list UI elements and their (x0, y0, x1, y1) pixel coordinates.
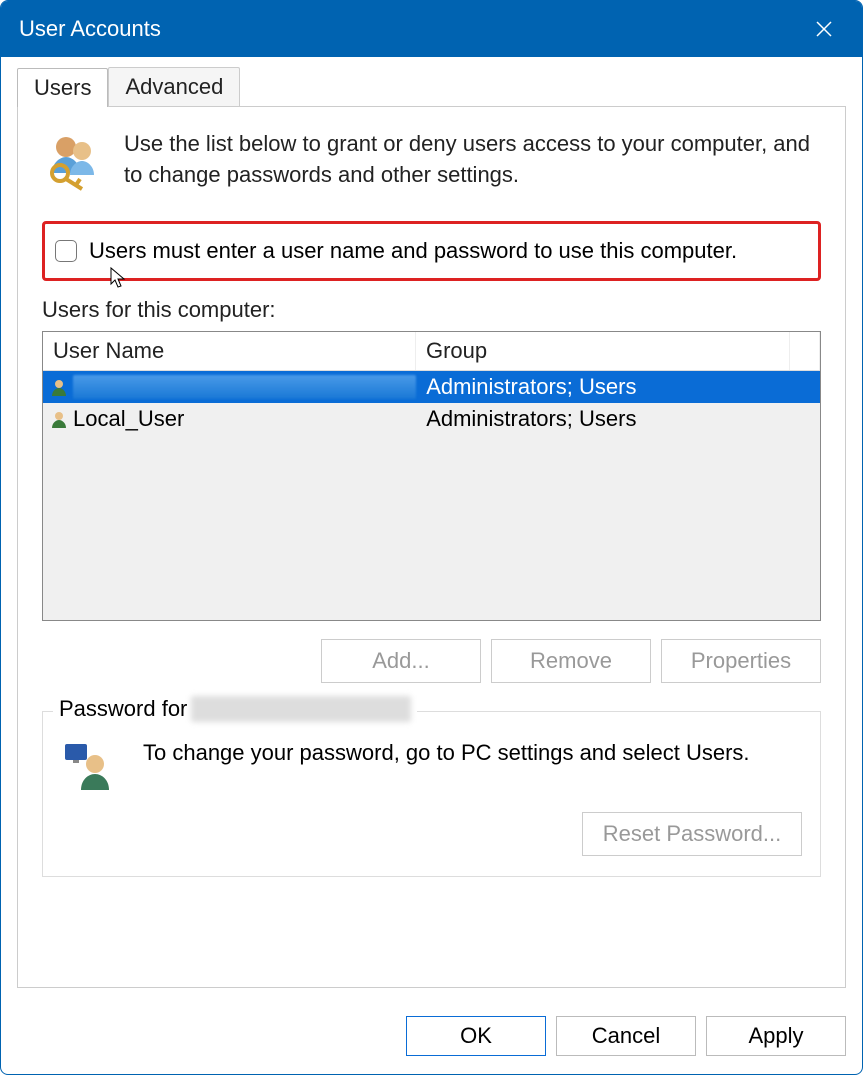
tab-users[interactable]: Users (17, 68, 108, 107)
require-password-label[interactable]: Users must enter a user name and passwor… (89, 238, 737, 264)
user-icon (49, 377, 69, 397)
username-cell: Local_User (73, 406, 184, 432)
tab-advanced[interactable]: Advanced (108, 67, 240, 106)
username-redacted (73, 375, 416, 399)
table-header: User Name Group (43, 332, 820, 371)
password-instruction: To change your password, go to PC settin… (143, 738, 750, 769)
user-icon (49, 409, 69, 429)
user-group: Administrators; Users (416, 374, 814, 400)
apply-button[interactable]: Apply (706, 1016, 846, 1056)
tabstrip: Users Advanced (17, 67, 846, 106)
password-groupbox: Password for To change your password, go… (42, 711, 821, 877)
table-row[interactable]: Administrators; Users (43, 371, 820, 403)
cursor-icon (109, 266, 129, 290)
close-button[interactable] (804, 9, 844, 49)
users-table: User Name Group Administrators; Users (42, 331, 821, 621)
window-title: User Accounts (19, 16, 804, 42)
password-legend: Password for (53, 696, 417, 722)
users-keys-icon (42, 129, 106, 193)
user-buttons-row: Add... Remove Properties (42, 639, 821, 683)
user-accounts-window: User Accounts Users Advanced Use the l (0, 0, 863, 1075)
require-password-checkbox[interactable] (55, 240, 77, 262)
properties-button[interactable]: Properties (661, 639, 821, 683)
user-group: Administrators; Users (416, 406, 814, 432)
remove-button[interactable]: Remove (491, 639, 651, 683)
tab-panel-users: Use the list below to grant or deny user… (17, 106, 846, 988)
user-monitor-icon (61, 738, 117, 794)
column-header-username[interactable]: User Name (43, 332, 416, 370)
dialog-footer: OK Cancel Apply (1, 1004, 862, 1074)
add-button[interactable]: Add... (321, 639, 481, 683)
cancel-button[interactable]: Cancel (556, 1016, 696, 1056)
table-body: Administrators; Users Local_User Adminis… (43, 371, 820, 620)
close-icon (814, 19, 834, 39)
users-list-label: Users for this computer: (42, 297, 821, 323)
dialog-content: Users Advanced Use the list below to gra… (1, 57, 862, 1004)
reset-password-button[interactable]: Reset Password... (582, 812, 802, 856)
intro-section: Use the list below to grant or deny user… (42, 129, 821, 193)
table-row[interactable]: Local_User Administrators; Users (43, 403, 820, 435)
column-header-group[interactable]: Group (416, 332, 790, 370)
password-legend-prefix: Password for (59, 696, 187, 722)
require-password-row: Users must enter a user name and passwor… (42, 221, 821, 281)
column-header-pad (790, 332, 820, 370)
username-redacted (191, 696, 411, 722)
intro-text: Use the list below to grant or deny user… (124, 129, 821, 191)
titlebar: User Accounts (1, 1, 862, 57)
ok-button[interactable]: OK (406, 1016, 546, 1056)
